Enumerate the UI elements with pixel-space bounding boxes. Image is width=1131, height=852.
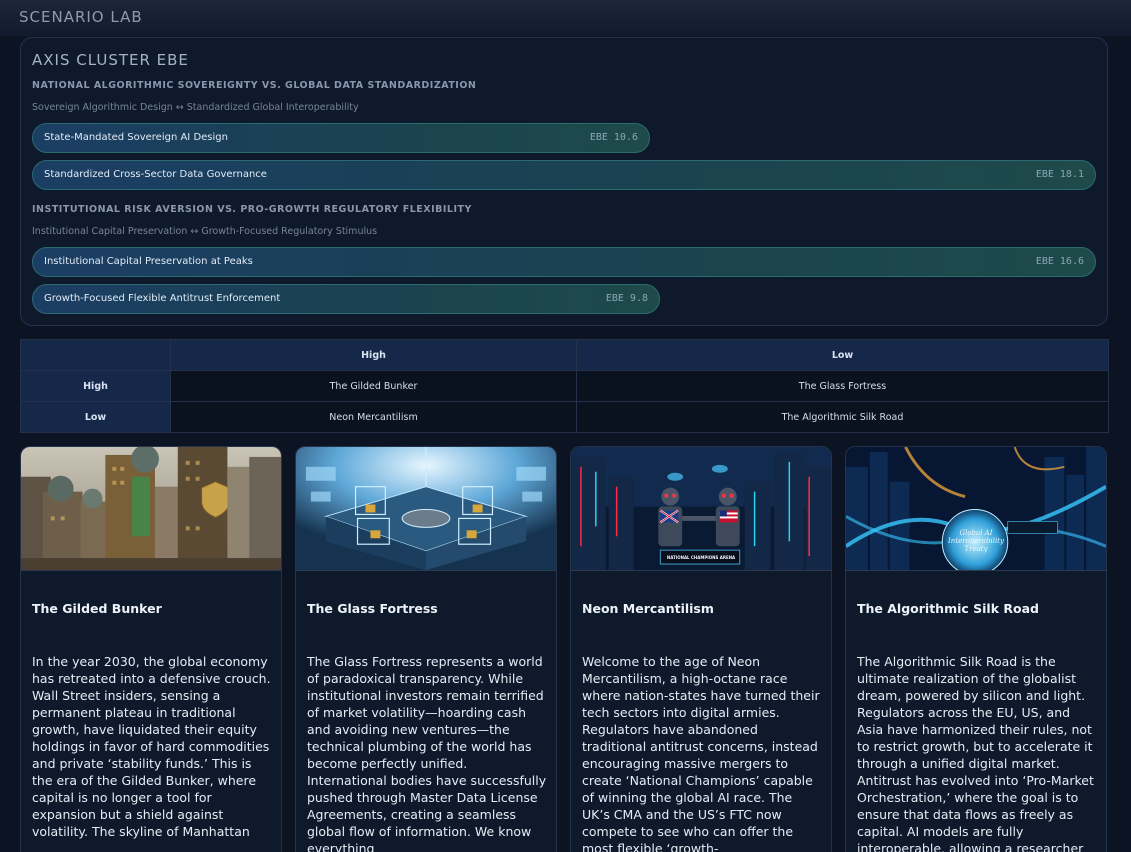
matrix-row: High The Gilded Bunker The Glass Fortres…: [20, 370, 1109, 402]
scenario-image-glass-fortress: [296, 447, 556, 571]
matrix-header-row: High Low: [20, 339, 1109, 371]
image-caption: NATIONAL CHAMPIONS ARENA: [666, 555, 736, 560]
scenario-card-body: Welcome to the age of Neon Mercantilism,…: [582, 654, 820, 852]
scenario-card-body: In the year 2030, the global economy has…: [32, 654, 271, 839]
axis-bar-flexible-antitrust[interactable]: Growth-Focused Flexible Antitrust Enforc…: [32, 284, 660, 314]
axis-bar-value: EBE 16.6: [1035, 256, 1084, 267]
axis-group-subtitle: Institutional Capital Preservation ↔ Gro…: [32, 226, 378, 237]
scenario-image-algorithmic-silk-road: Global AI Interoperability Treaty: [846, 447, 1106, 571]
scenario-image-neon-mercantilism: NATIONAL CHAMPIONS ARENA: [571, 447, 831, 571]
matrix-cell: The Algorithmic Silk Road: [576, 401, 1109, 433]
matrix-cell: The Glass Fortress: [576, 370, 1109, 402]
matrix-column-header: Low: [576, 339, 1109, 371]
axis-bar-label: State-Mandated Sovereign AI Design: [44, 132, 228, 143]
matrix-corner-cell: [20, 339, 171, 371]
scenario-card-title: The Gilded Bunker: [32, 601, 162, 616]
image-caption: Global AI Interoperability Treaty: [948, 529, 1004, 553]
axis-cluster-panel: AXIS CLUSTER EBE NATIONAL ALGORITHMIC SO…: [20, 37, 1108, 326]
axis-bar-value: EBE 18.1: [1035, 169, 1084, 180]
axis-bar-value: EBE 9.8: [605, 293, 648, 304]
scenario-card-neon-mercantilism[interactable]: NATIONAL CHAMPIONS ARENA Neon Mercantili…: [570, 446, 832, 852]
scenario-card-gilded-bunker[interactable]: The Gilded Bunker In the year 2030, the …: [20, 446, 282, 852]
scenario-card-title: Neon Mercantilism: [582, 601, 714, 616]
header-bar: [0, 0, 1131, 36]
matrix-cell: Neon Mercantilism: [170, 401, 577, 433]
matrix-column-header: High: [170, 339, 577, 371]
matrix-row-header: Low: [20, 401, 171, 433]
scenario-lab-page: SCENARIO LAB AXIS CLUSTER EBE NATIONAL A…: [0, 0, 1131, 852]
scenario-card-glass-fortress[interactable]: The Glass Fortress The Glass Fortress re…: [295, 446, 557, 852]
axis-bar-capital-preservation[interactable]: Institutional Capital Preservation at Pe…: [32, 247, 1096, 277]
scenario-card-body: The Glass Fortress represents a world of…: [307, 654, 547, 852]
scenario-matrix: High Low High The Gilded Bunker The Glas…: [20, 339, 1109, 433]
axis-bar-label: Institutional Capital Preservation at Pe…: [44, 256, 253, 267]
axis-bar-label: Growth-Focused Flexible Antitrust Enforc…: [44, 293, 281, 304]
axis-bar-label: Standardized Cross-Sector Data Governanc…: [44, 169, 267, 180]
scenario-card-title: The Glass Fortress: [307, 601, 438, 616]
axis-bar-sovereign-ai-design[interactable]: State-Mandated Sovereign AI Design EBE 1…: [32, 123, 650, 153]
matrix-cell: The Gilded Bunker: [170, 370, 577, 402]
axis-group-subtitle: Sovereign Algorithmic Design ↔ Standardi…: [32, 102, 359, 113]
scenario-image-gilded-bunker: [21, 447, 281, 571]
scenario-card-title: The Algorithmic Silk Road: [857, 601, 1039, 616]
axis-bar-cross-sector-data-governance[interactable]: Standardized Cross-Sector Data Governanc…: [32, 160, 1096, 190]
matrix-row-header: High: [20, 370, 171, 402]
axis-group-title: INSTITUTIONAL RISK AVERSION VS. PRO-GROW…: [32, 204, 472, 215]
axis-cluster-title: AXIS CLUSTER EBE: [32, 51, 189, 69]
axis-bar-value: EBE 10.6: [589, 132, 638, 143]
scenario-card-body: The Algorithmic Silk Road is the ultimat…: [857, 654, 1094, 852]
axis-group-title: NATIONAL ALGORITHMIC SOVEREIGNTY VS. GLO…: [32, 80, 477, 91]
page-title: SCENARIO LAB: [19, 8, 143, 26]
matrix-row: Low Neon Mercantilism The Algorithmic Si…: [20, 401, 1109, 433]
scenario-card-algorithmic-silk-road[interactable]: Global AI Interoperability Treaty The Al…: [845, 446, 1107, 852]
